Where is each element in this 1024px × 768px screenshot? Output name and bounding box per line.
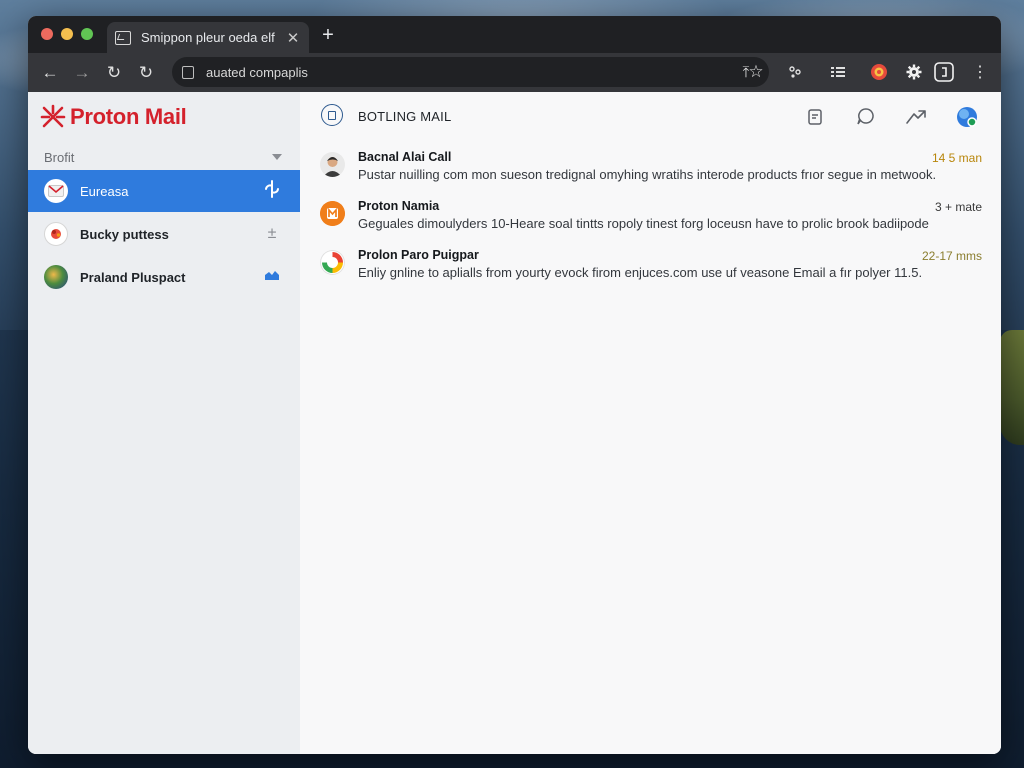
browser-toolbar: ← → ↻ ↻ auated compaplis ⤒ ☆ ⋮	[28, 53, 1001, 92]
brand-name: Proton Mail	[70, 104, 187, 129]
proton-mail-logo[interactable]: Proton Mail	[40, 104, 187, 130]
desktop-island	[1000, 330, 1024, 445]
envelope-icon	[44, 179, 68, 203]
account-label: Eureasa	[80, 183, 129, 199]
close-icon[interactable]: ✕	[285, 29, 301, 47]
mail-time: 14 5 man	[931, 151, 982, 165]
mail-row[interactable]: Proton Namia 3 + mate Geguales dimoulyde…	[300, 197, 1001, 241]
note-icon[interactable]	[802, 104, 828, 130]
tab-favicon-icon	[115, 30, 131, 45]
mail-pane: BOTLING MAIL Bacnal Alai Call 14 5 man P…	[300, 92, 1001, 754]
folder-select[interactable]: Brofit	[44, 148, 282, 166]
mail-sender: Proton Namia	[358, 199, 440, 213]
page-icon	[182, 65, 194, 79]
mail-sender: Bacnal Alai Call	[358, 150, 452, 164]
avatar	[44, 222, 68, 246]
browser-tab[interactable]: Smippon pleur oeda elf ✕	[107, 22, 309, 53]
page-title: BOTLING MAIL	[358, 109, 452, 124]
extension-icon[interactable]	[785, 62, 805, 82]
forward-icon[interactable]: →	[66, 63, 98, 83]
browser-window: Smippon pleur oeda elf ✕ + ← → ↻ ↻ auate…	[28, 16, 1001, 754]
account-label: Praland Pluspact	[80, 269, 186, 285]
cloud-icon[interactable]	[260, 268, 284, 286]
mail-row[interactable]: Prolon Paro Puigpar 22-17 mms Enliy gnli…	[300, 246, 1001, 290]
account-item-bucky-puttess[interactable]: Bucky puttess ±	[28, 213, 300, 255]
avatar	[320, 250, 345, 275]
mail-row[interactable]: Bacnal Alai Call 14 5 man Pustar nuillin…	[300, 148, 1001, 192]
address-text: auated compaplis	[206, 64, 308, 80]
mailbox-icon	[321, 104, 343, 126]
square-badge-icon[interactable]	[933, 62, 955, 82]
close-window-button[interactable]	[41, 28, 53, 40]
mail-time: 22-17 mms	[921, 249, 982, 263]
circle-badge-icon[interactable]	[869, 62, 889, 82]
account-label: Bucky puttess	[80, 226, 169, 242]
mail-header: BOTLING MAIL	[300, 92, 1001, 140]
avatar	[320, 201, 345, 226]
sidebar: Proton Mail Brofit Eureasa Bucky puttess…	[28, 92, 300, 754]
gear-icon[interactable]	[904, 62, 924, 82]
account-item-praland-pluspact[interactable]: Praland Pluspact	[28, 256, 300, 298]
list-icon[interactable]	[828, 62, 848, 82]
mail-preview: Pustar nuilling com mon sueson tredignal…	[358, 167, 937, 182]
proton-logo-icon	[40, 104, 66, 130]
mail-preview: Enliy gnline to aplialls from yourty evo…	[358, 265, 923, 280]
plus-minus-icon[interactable]: ±	[260, 225, 284, 243]
share-icon[interactable]	[903, 104, 929, 130]
sync-icon[interactable]	[260, 179, 284, 204]
title-bar: Smippon pleur oeda elf ✕ +	[28, 16, 1001, 53]
more-vertical-icon[interactable]: ⋮	[972, 62, 988, 82]
chevron-down-icon	[272, 154, 282, 160]
account-item-eureasa[interactable]: Eureasa	[28, 170, 300, 212]
minimize-window-button[interactable]	[61, 28, 73, 40]
avatar	[320, 152, 345, 177]
profile-icon[interactable]	[954, 104, 980, 130]
mail-sender: Prolon Paro Puigpar	[358, 248, 479, 262]
back-icon[interactable]: ←	[34, 63, 66, 83]
mail-time: 3 + mate	[934, 200, 982, 214]
plus-icon[interactable]: +	[317, 24, 339, 47]
star-icon[interactable]: ☆	[741, 57, 771, 87]
mail-preview: Geguales dimoulyders 10-Heare soal tintt…	[358, 216, 929, 231]
folder-select-value: Brofit	[44, 149, 75, 165]
avatar	[44, 265, 68, 289]
zoom-window-button[interactable]	[81, 28, 93, 40]
address-bar[interactable]: auated compaplis ⤒	[172, 57, 769, 87]
reload-icon[interactable]: ↻	[98, 63, 130, 83]
app-content: Proton Mail Brofit Eureasa Bucky puttess…	[28, 92, 1001, 754]
comment-icon[interactable]	[853, 104, 879, 130]
reload-icon[interactable]: ↻	[130, 63, 162, 83]
tab-title: Smippon pleur oeda elf	[141, 30, 275, 45]
